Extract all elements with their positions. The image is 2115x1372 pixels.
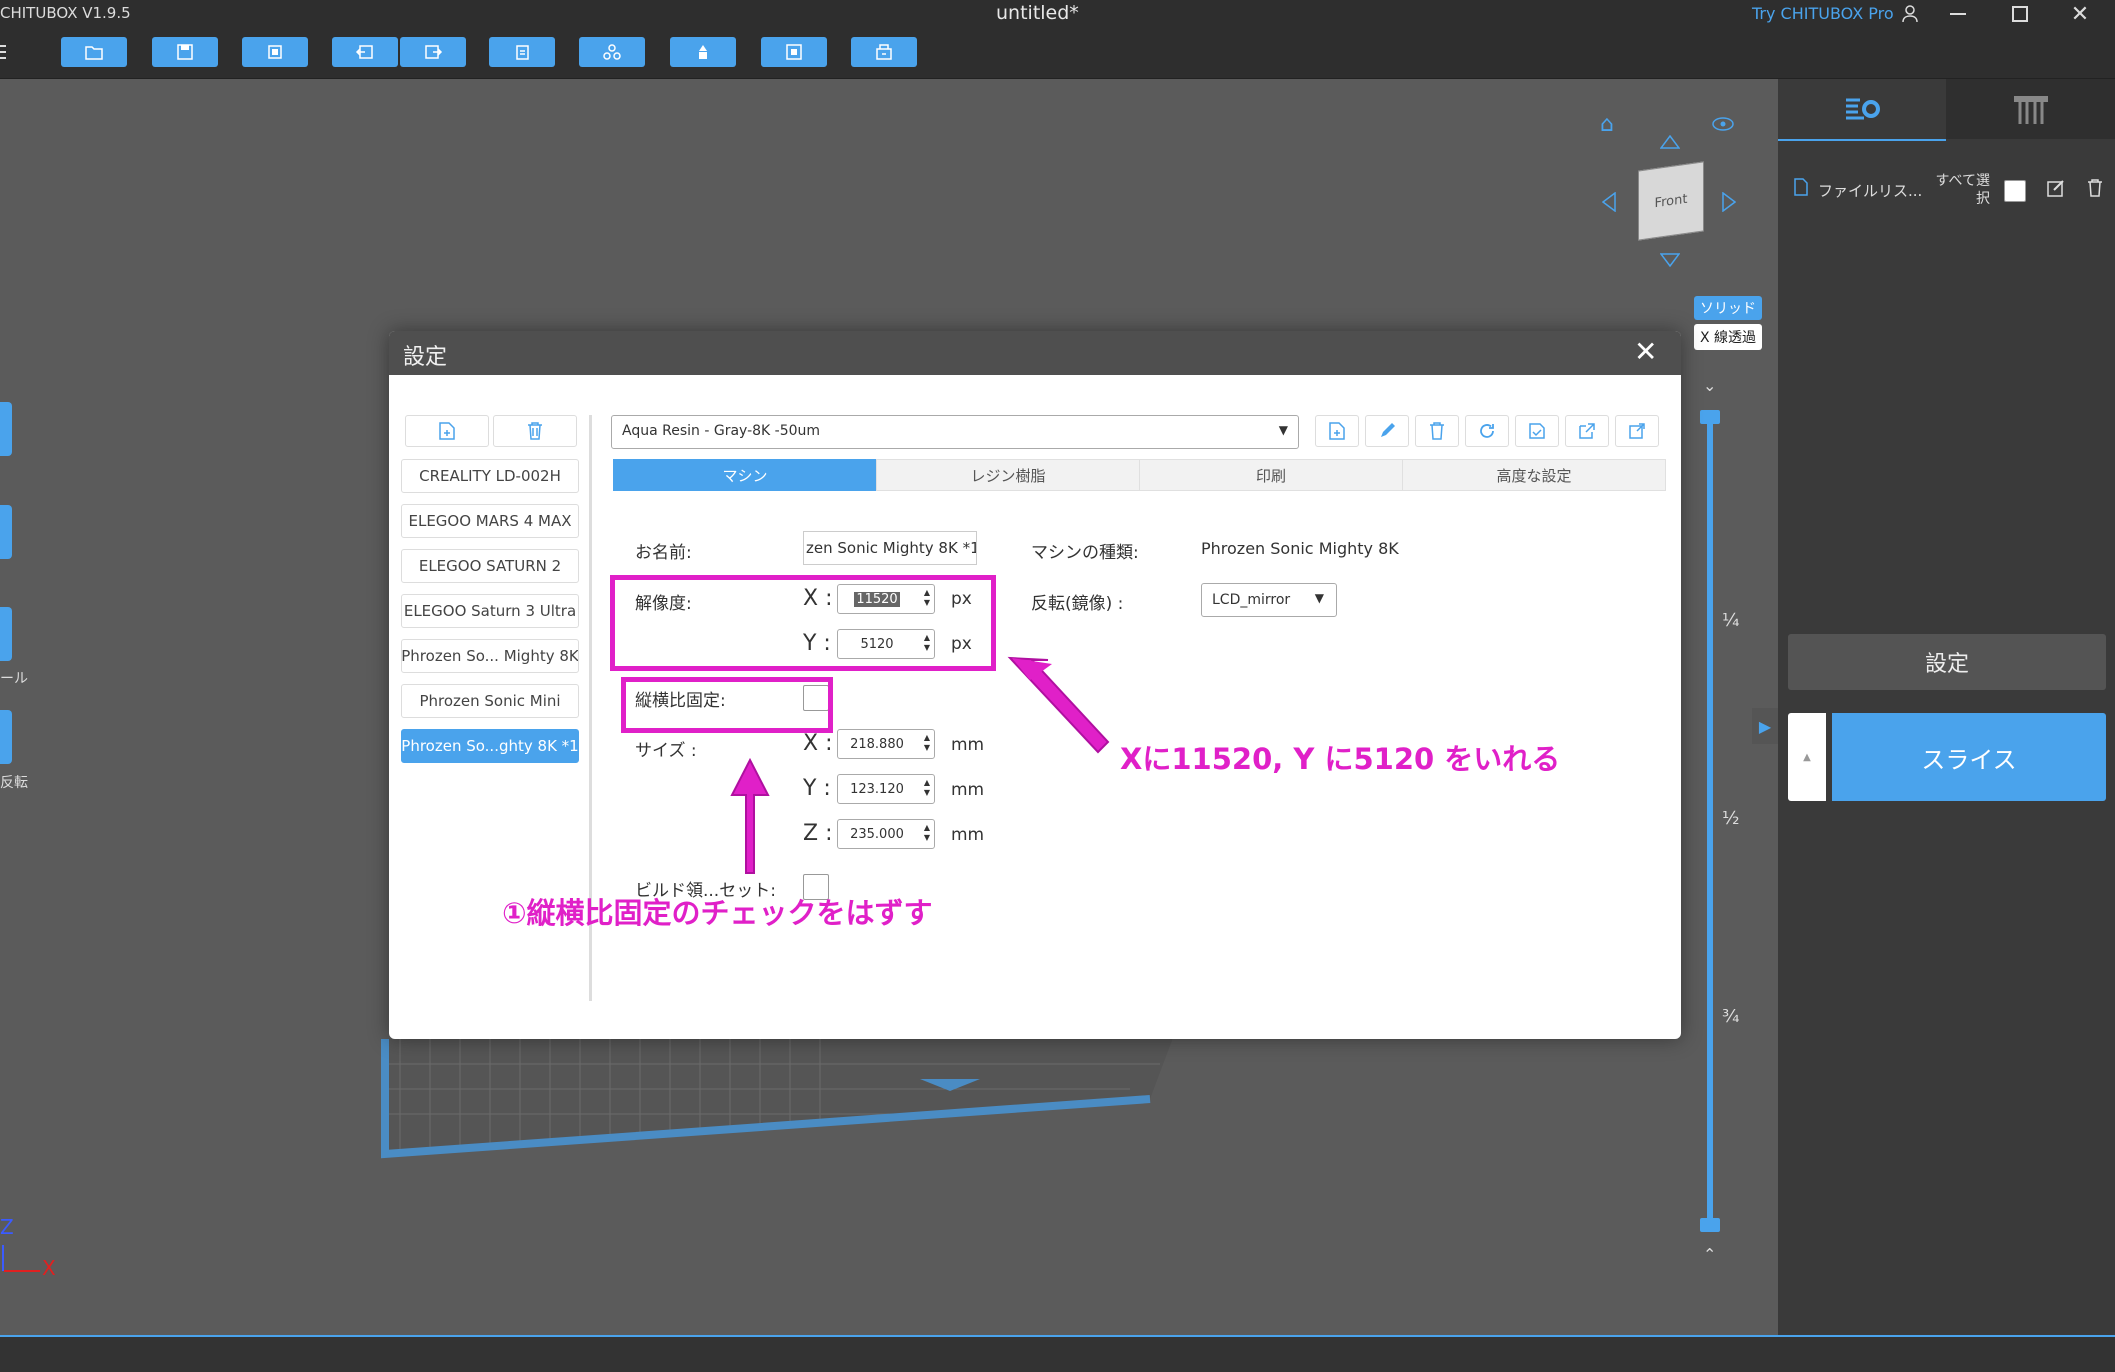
annotation-note-aspect: ①縦横比固定のチェックをはずす: [502, 896, 933, 930]
annotation-note-resolution: Xに11520, Y に5120 をいれる: [1120, 742, 1561, 776]
annotation-arrows: [730, 656, 1110, 874]
